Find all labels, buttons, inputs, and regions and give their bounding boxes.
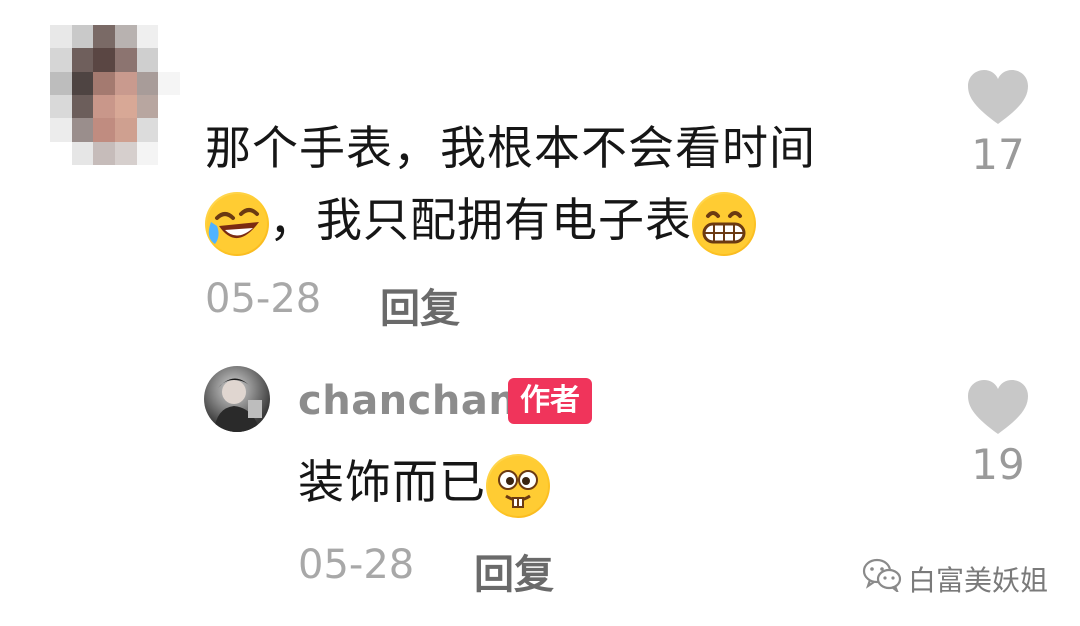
comment-line-2-text: ，我只配拥有电子表 [269,193,692,247]
like-count: 19 [971,440,1025,489]
comment-line-2: ，我只配拥有电子表 [205,184,845,256]
commenter-avatar[interactable] [50,25,180,165]
author-avatar[interactable] [204,366,270,432]
reply-text: 装饰而已 [298,455,486,509]
like-count: 17 [971,130,1025,179]
reply-body: 装饰而已 [298,446,550,518]
buck-teeth-emoji-icon [486,453,550,518]
author-badge: 作者 [508,378,592,424]
heart-icon[interactable] [966,378,1030,436]
laughing-crying-emoji-icon [205,191,269,256]
comment-line-1: 那个手表，我根本不会看时间 [205,121,816,175]
heart-icon[interactable] [966,68,1030,126]
comment-reply-button[interactable]: 回复 [380,276,460,334]
comment-body: 那个手表，我根本不会看时间 ，我只配拥有电子表 [205,112,845,256]
wechat-icon [862,558,902,599]
reply-like: 19 [958,378,1038,489]
reply-date: 05-28 [298,542,415,588]
author-username[interactable]: chanchan [298,378,517,424]
grinning-emoji-icon [692,191,756,256]
comment-date: 05-28 [205,276,322,322]
watermark-text: 白富美妖姐 [908,563,1049,597]
watermark: 白富美妖姐 [862,558,1048,599]
comment-like: 17 [958,68,1038,179]
reply-reply-button[interactable]: 回复 [474,542,554,600]
